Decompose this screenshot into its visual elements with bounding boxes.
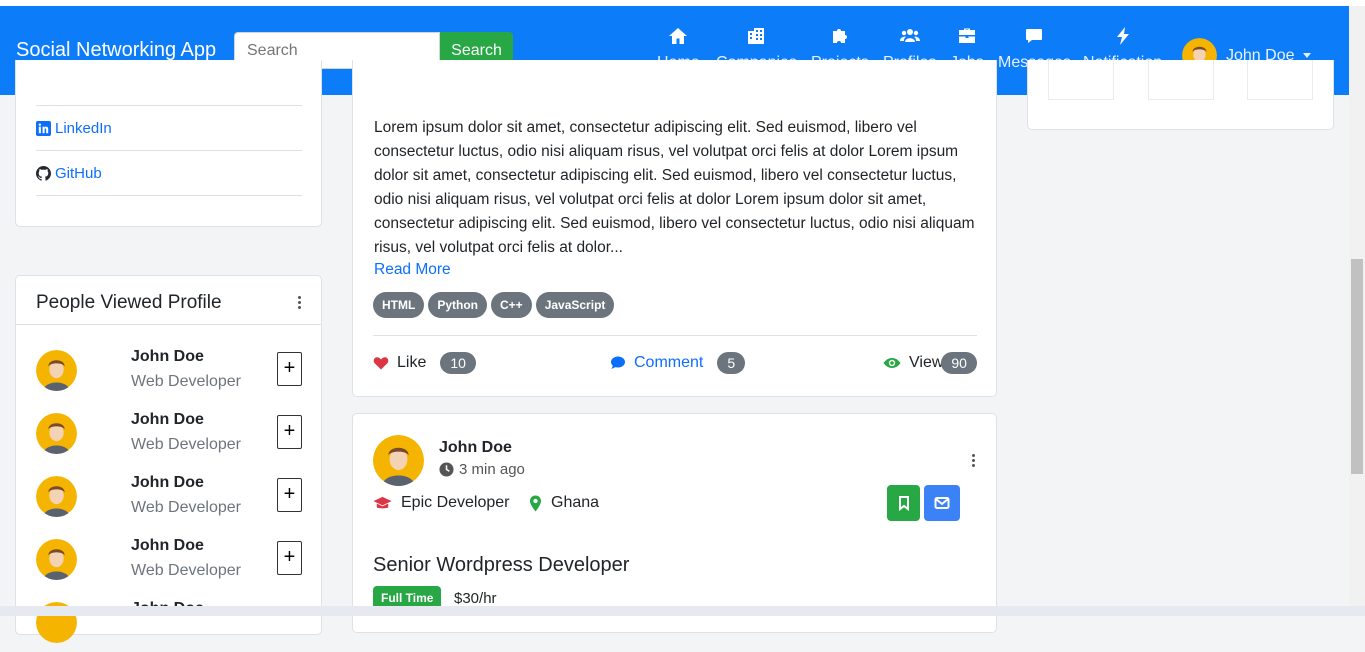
job-title[interactable]: Senior Wordpress Developer: [373, 554, 629, 577]
person-name[interactable]: John Doe: [131, 474, 204, 492]
linkedin-link-row: LinkedIn: [36, 105, 302, 151]
tag-list: HTML Python C++ JavaScript: [373, 292, 615, 318]
building-icon: [716, 26, 797, 48]
briefcase-icon: [950, 26, 984, 48]
view-label: View: [909, 354, 944, 371]
person-item: John Doe Web Developer +: [36, 474, 306, 526]
post-card: Lorem ipsum dolor sit amet, consectetur …: [352, 60, 997, 397]
like-count-badge: 10: [440, 352, 476, 374]
tag-badge[interactable]: HTML: [373, 292, 425, 318]
thumbnail[interactable]: [1247, 60, 1313, 100]
home-icon: [657, 26, 700, 48]
more-options-icon[interactable]: [298, 296, 302, 311]
github-icon: [36, 166, 51, 181]
github-link-row: GitHub: [36, 150, 302, 196]
post-body: Lorem ipsum dolor sit amet, consectetur …: [374, 119, 975, 256]
comment-count-badge: 5: [717, 352, 746, 374]
eye-icon: [883, 358, 901, 368]
chat-icon: [998, 26, 1071, 48]
right-sidebar-card: [1027, 60, 1334, 130]
thumbnail[interactable]: [1148, 60, 1214, 100]
tag-badge[interactable]: JavaScript: [535, 292, 615, 318]
clock-icon: [439, 462, 454, 477]
comment-button[interactable]: Comment 5: [610, 352, 746, 374]
avatar: [36, 350, 77, 391]
envelope-icon: [934, 497, 950, 509]
app-brand[interactable]: Social Networking App: [16, 39, 216, 62]
person-role: Web Developer: [131, 373, 241, 390]
divider: [373, 335, 977, 336]
person-item: John Doe Web Developer +: [36, 348, 306, 400]
add-connection-button[interactable]: +: [277, 352, 302, 386]
bookmark-button[interactable]: [887, 485, 920, 521]
job-post-card: John Doe 3 min ago Epic Developer Ghana …: [352, 413, 997, 633]
page-scrollbar[interactable]: [1349, 6, 1365, 606]
add-connection-button[interactable]: +: [277, 415, 302, 449]
person-item: John Doe Web Developer +: [36, 537, 306, 589]
avatar: [36, 476, 77, 517]
person-role: Web Developer: [131, 562, 241, 579]
social-links-card: LinkedIn GitHub: [15, 60, 322, 227]
company-info: Epic Developer: [373, 494, 510, 512]
avatar: [36, 539, 77, 580]
linkedin-icon: [36, 121, 51, 136]
scrollbar-thumb[interactable]: [1351, 259, 1363, 474]
avatar[interactable]: [373, 435, 424, 486]
puzzle-icon: [811, 26, 869, 48]
person-name[interactable]: John Doe: [131, 348, 204, 366]
people-viewed-card: People Viewed Profile John Doe Web Devel…: [15, 275, 322, 643]
like-button[interactable]: Like 10: [373, 352, 476, 374]
comment-label: Comment: [634, 354, 704, 371]
github-link[interactable]: GitHub: [36, 165, 302, 182]
author-name[interactable]: John Doe: [439, 439, 512, 457]
chevron-down-icon: [1302, 53, 1311, 58]
comment-icon: [611, 356, 625, 369]
job-rate: $30/hr: [454, 590, 497, 607]
person-role: Web Developer: [131, 436, 241, 453]
tag-badge[interactable]: Python: [428, 292, 487, 318]
thumbnail[interactable]: [1048, 60, 1114, 100]
view-count-badge: 90: [941, 352, 977, 374]
taskbar: [0, 606, 1365, 616]
graduation-cap-icon: [373, 496, 392, 508]
avatar: [36, 413, 77, 454]
post-time: 3 min ago: [439, 461, 525, 478]
heart-icon: [373, 357, 389, 370]
read-more-link[interactable]: Read More: [374, 261, 451, 279]
people-viewed-title: People Viewed Profile: [36, 292, 222, 313]
like-label: Like: [397, 354, 427, 371]
more-options-icon[interactable]: [972, 454, 976, 469]
bookmark-icon: [898, 496, 909, 511]
person-name[interactable]: John Doe: [131, 411, 204, 429]
divider: [16, 324, 321, 325]
location-info: Ghana: [529, 494, 599, 512]
linkedin-link[interactable]: LinkedIn: [36, 120, 302, 137]
message-button[interactable]: [924, 485, 960, 521]
add-connection-button[interactable]: +: [277, 541, 302, 575]
person-role: Web Developer: [131, 499, 241, 516]
tag-badge[interactable]: C++: [491, 292, 532, 318]
person-name[interactable]: John Doe: [131, 537, 204, 555]
view-button[interactable]: View 90: [883, 352, 977, 374]
bolt-icon: [1083, 26, 1162, 48]
add-connection-button[interactable]: +: [277, 478, 302, 512]
location-pin-icon: [529, 495, 542, 511]
person-item: John Doe Web Developer +: [36, 411, 306, 463]
users-icon: [883, 26, 936, 48]
